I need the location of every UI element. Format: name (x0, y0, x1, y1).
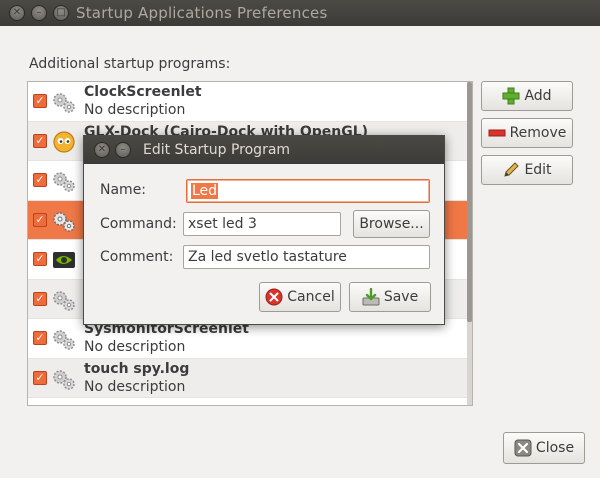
program-description: No description (84, 102, 186, 118)
remove-button[interactable]: Remove (481, 118, 573, 148)
enabled-checkbox[interactable]: ✓ (33, 212, 47, 227)
edit-button[interactable]: Edit (481, 155, 573, 185)
list-scrollbar-thumb[interactable] (467, 82, 472, 322)
name-field[interactable]: Led (186, 179, 430, 203)
save-button[interactable]: Save (349, 282, 431, 312)
add-button-label: Add (524, 88, 552, 104)
cairo-dock-icon (53, 130, 75, 153)
edit-button-label: Edit (524, 162, 552, 178)
enabled-checkbox[interactable]: ✓ (33, 94, 47, 108)
comment-label: Comment: (100, 249, 174, 265)
gears-icon (53, 93, 75, 113)
close-icon (514, 439, 532, 457)
name-field-selected-text: Led (191, 183, 219, 199)
cancel-button[interactable]: Cancel (259, 282, 341, 312)
minimize-window-icon[interactable]: – (31, 5, 47, 21)
program-name: touch spy.log (84, 360, 190, 377)
pencil-icon (504, 162, 520, 177)
gears-icon (53, 290, 75, 311)
browse-button-label: Browse... (359, 216, 424, 232)
gears-icon (53, 330, 75, 350)
nvidia-icon (53, 252, 75, 268)
close-button[interactable]: Close (503, 432, 585, 464)
program-description: No description (84, 378, 186, 395)
browse-button[interactable]: Browse... (353, 210, 430, 238)
edit-startup-program-dialog: ✕ – Edit Startup Program Name: Led Comma… (83, 135, 445, 325)
dialog-minimize-icon[interactable]: – (115, 142, 131, 158)
name-label: Name: (100, 182, 147, 198)
enabled-checkbox[interactable]: ✓ (33, 331, 47, 345)
window-title: Startup Applications Preferences (76, 4, 328, 22)
list-item[interactable]: ✓ ClockScreenlet No description (28, 82, 472, 122)
program-name: ClockScreenlet (84, 84, 202, 100)
remove-button-label: Remove (509, 125, 567, 141)
close-button-label: Close (535, 440, 575, 456)
enabled-checkbox[interactable]: ✓ (33, 133, 47, 148)
command-label: Command: (100, 216, 177, 232)
program-description: No description (84, 339, 186, 355)
cancel-icon (265, 288, 283, 306)
close-window-icon[interactable]: ✕ (9, 5, 25, 21)
add-button[interactable]: Add (481, 81, 573, 111)
dialog-title: Edit Startup Program (143, 142, 291, 158)
maximize-window-icon[interactable]: □ (53, 5, 69, 21)
enabled-checkbox[interactable]: ✓ (33, 370, 47, 385)
enabled-checkbox[interactable]: ✓ (33, 173, 47, 187)
save-icon (362, 288, 380, 306)
remove-icon (488, 129, 506, 137)
dialog-close-icon[interactable]: ✕ (94, 142, 110, 158)
window-titlebar: ✕ – □ Startup Applications Preferences (0, 0, 600, 26)
comment-field[interactable]: Za led svetlo tastature (183, 245, 430, 269)
gears-icon (53, 172, 75, 192)
list-item[interactable]: ✓ touch spy.log No description (28, 358, 472, 398)
command-field[interactable]: xset led 3 (183, 212, 341, 236)
gears-icon (53, 369, 75, 390)
cancel-button-label: Cancel (287, 289, 335, 305)
dialog-titlebar: ✕ – Edit Startup Program (84, 136, 444, 164)
enabled-checkbox[interactable]: ✓ (33, 291, 47, 306)
save-button-label: Save (383, 289, 419, 305)
add-icon (502, 87, 520, 105)
enabled-checkbox[interactable]: ✓ (33, 252, 47, 266)
gears-icon (53, 211, 75, 232)
section-label: Additional startup programs: (29, 56, 231, 72)
